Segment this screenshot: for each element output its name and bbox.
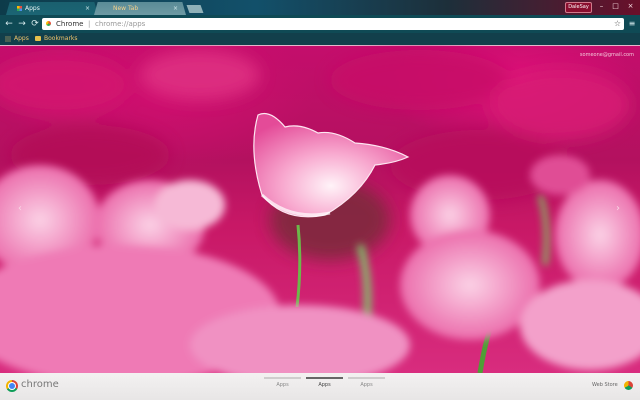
app-launcher-footer: chrome Apps Apps Apps Web Store xyxy=(0,373,640,400)
page-tab-label: Apps xyxy=(276,382,289,388)
folder-icon xyxy=(35,36,41,41)
tab-apps[interactable]: Apps × xyxy=(6,2,98,15)
bookmark-star-icon[interactable]: ☆ xyxy=(614,18,621,30)
page-indicator xyxy=(264,377,301,379)
chrome-wordmark: chrome xyxy=(21,379,59,390)
forward-button[interactable]: → xyxy=(17,18,27,30)
theme-background: someone@gmail.com ‹ › xyxy=(0,45,640,373)
tab-title: New Tab xyxy=(113,5,139,12)
back-button[interactable]: ← xyxy=(4,18,14,30)
page-tab-label: Apps xyxy=(360,382,373,388)
close-window-button[interactable]: × xyxy=(624,1,637,11)
chrome-logo-icon xyxy=(6,380,18,392)
address-bar[interactable]: Chrome | chrome://apps ☆ xyxy=(42,18,624,30)
web-store-icon[interactable] xyxy=(624,381,633,390)
profile-button[interactable]: DaleSay xyxy=(565,2,592,13)
page-indicator xyxy=(306,377,343,379)
page-tab-label: Apps xyxy=(318,382,331,388)
page-indicator xyxy=(348,377,385,379)
tab-title: Apps xyxy=(25,5,40,12)
omnibox-chip: Chrome xyxy=(56,20,84,28)
tab-close-icon[interactable]: × xyxy=(173,2,178,15)
minimize-button[interactable]: – xyxy=(595,1,608,11)
reload-button[interactable]: ⟳ xyxy=(30,18,40,30)
tab-close-icon[interactable]: × xyxy=(85,2,90,15)
page-tab-apps-2[interactable]: Apps xyxy=(306,377,343,388)
bookmark-bookmarks[interactable]: Bookmarks xyxy=(44,33,78,45)
apps-favicon-icon xyxy=(17,6,22,11)
page-tab-apps-1[interactable]: Apps xyxy=(264,377,301,388)
omnibox-url[interactable]: chrome://apps xyxy=(95,18,145,30)
new-tab-button[interactable] xyxy=(186,5,204,13)
menu-icon[interactable]: ≡ xyxy=(628,18,636,30)
tab-new-tab[interactable]: New Tab × xyxy=(94,2,186,15)
bookmark-apps[interactable]: Apps xyxy=(14,33,29,45)
bookmarks-bar: Apps Bookmarks xyxy=(0,33,640,45)
maximize-button[interactable]: □ xyxy=(609,1,622,11)
apps-grid-icon xyxy=(5,36,11,42)
omnibox-separator: | xyxy=(88,20,91,28)
web-store-link[interactable]: Web Store xyxy=(592,382,618,388)
chevron-left-icon[interactable]: ‹ xyxy=(18,203,22,214)
toolbar: ← → ⟳ Chrome | chrome://apps ☆ ≡ xyxy=(0,15,640,33)
chevron-right-icon[interactable]: › xyxy=(616,203,620,214)
account-email[interactable]: someone@gmail.com xyxy=(580,52,634,58)
page-tab-apps-3[interactable]: Apps xyxy=(348,377,385,388)
tulip-image xyxy=(0,50,640,373)
chrome-page-icon xyxy=(46,21,51,26)
title-bar: Apps × New Tab × DaleSay – □ × xyxy=(0,0,640,15)
